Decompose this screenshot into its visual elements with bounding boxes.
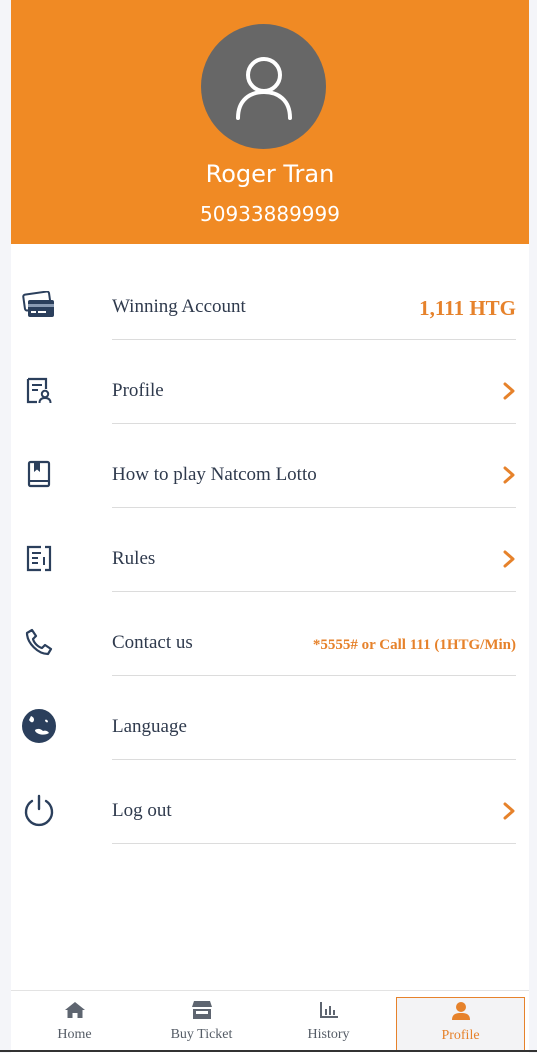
tab-profile[interactable]: Profile <box>396 997 525 1051</box>
chevron-right-icon <box>503 382 515 400</box>
contact-info: *5555# or Call 111 (1HTG/Min) <box>312 637 516 653</box>
divider <box>112 423 516 424</box>
user-phone: 50933889999 <box>200 202 340 226</box>
home-icon <box>64 999 86 1021</box>
menu-item-log-out[interactable]: Log out <box>11 772 529 856</box>
tab-label: Home <box>57 1027 92 1042</box>
menu-item-label: How to play Natcom Lotto <box>112 464 317 485</box>
phone-icon <box>21 624 57 660</box>
bottom-tab-bar: Home Buy Ticket History Profile <box>11 990 529 1053</box>
menu-item-contact-us[interactable]: Contact us *5555# or Call 111 (1HTG/Min) <box>11 604 529 688</box>
chevron-right-icon <box>503 550 515 568</box>
winning-balance: 1,111 HTG <box>419 296 516 320</box>
menu-item-profile[interactable]: Profile <box>11 352 529 436</box>
user-icon <box>451 1000 471 1022</box>
divider <box>112 759 516 760</box>
divider <box>112 843 516 844</box>
globe-icon <box>21 708 57 744</box>
power-icon <box>21 792 57 828</box>
user-name: Roger Tran <box>205 160 335 188</box>
divider <box>112 507 516 508</box>
book-icon <box>21 456 57 492</box>
menu-item-language[interactable]: Language <box>11 688 529 772</box>
divider <box>112 591 516 592</box>
profile-header: Roger Tran 50933889999 <box>11 0 529 244</box>
user-avatar-icon <box>235 56 292 120</box>
divider <box>112 675 516 676</box>
menu-item-how-to-play[interactable]: How to play Natcom Lotto <box>11 436 529 520</box>
menu-item-rules[interactable]: Rules <box>11 520 529 604</box>
profile-menu: Winning Account 1,111 HTG Profile How to… <box>11 268 529 856</box>
profile-card-icon <box>21 372 57 408</box>
tab-history[interactable]: History <box>265 991 392 1053</box>
menu-item-winning-account[interactable]: Winning Account 1,111 HTG <box>11 268 529 352</box>
menu-item-label: Log out <box>112 800 172 821</box>
chevron-right-icon <box>503 466 515 484</box>
credit-cards-icon <box>21 288 57 324</box>
menu-item-label: Profile <box>112 380 164 401</box>
tab-label: History <box>307 1027 350 1042</box>
rules-document-icon <box>21 540 57 576</box>
store-icon <box>190 999 214 1021</box>
avatar[interactable] <box>201 24 326 149</box>
menu-item-label: Rules <box>112 548 156 569</box>
tab-home[interactable]: Home <box>11 991 138 1053</box>
app-container: Roger Tran 50933889999 Winning Account 1… <box>11 0 529 1053</box>
tab-label: Buy Ticket <box>170 1027 233 1042</box>
menu-item-label: Language <box>112 716 187 737</box>
divider <box>112 339 516 340</box>
menu-item-label: Contact us <box>112 632 193 653</box>
bar-chart-icon <box>319 999 339 1021</box>
chevron-right-icon <box>503 802 515 820</box>
tab-buy-ticket[interactable]: Buy Ticket <box>138 991 265 1053</box>
menu-item-label: Winning Account <box>112 296 246 317</box>
tab-label: Profile <box>441 1028 480 1043</box>
